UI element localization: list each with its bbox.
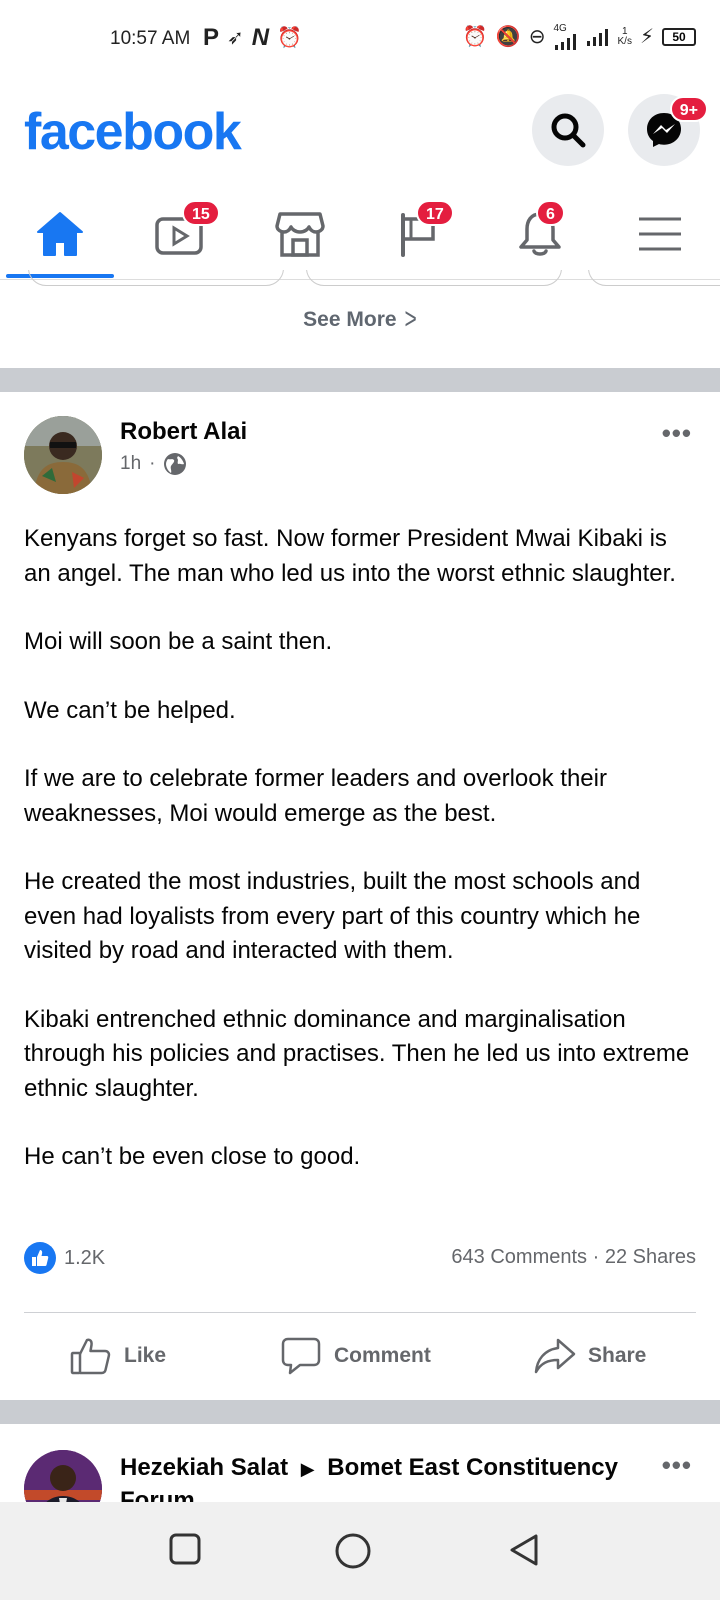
tab-watch[interactable]: 15	[120, 190, 240, 278]
messenger-button[interactable]: 9+	[628, 94, 708, 166]
reactions-count: 1.2K	[64, 1246, 106, 1269]
status-left-icons: P ➶ N ⏰	[203, 25, 302, 51]
post-paragraph: He created the most industries, built th…	[24, 868, 641, 964]
share-icon	[534, 1338, 576, 1374]
tab-pages[interactable]: 17	[360, 190, 480, 278]
thumbs-up-icon	[70, 1338, 111, 1375]
main-nav: 15 17 6	[0, 190, 720, 280]
search-button[interactable]	[532, 94, 604, 166]
back-button[interactable]	[506, 1532, 542, 1573]
comments-count[interactable]: 643 Comments	[451, 1246, 587, 1268]
actions-divider	[24, 1312, 696, 1313]
app-header: facebook 9+	[0, 80, 720, 190]
post-paragraph: Kenyans forget so fast. Now former Presi…	[24, 525, 676, 587]
author-name[interactable]: Robert Alai	[120, 418, 247, 446]
hamburger-icon	[639, 217, 681, 251]
globe-icon	[164, 453, 187, 475]
battery-icon: 50	[662, 28, 696, 46]
feed-divider	[0, 368, 720, 392]
facebook-logo[interactable]: facebook	[24, 102, 242, 162]
tab-notifications[interactable]: 6	[480, 190, 600, 278]
system-nav-bar	[0, 1502, 720, 1600]
like-button[interactable]: Like	[70, 1336, 166, 1376]
post-paragraph: Moi will soon be a saint then.	[24, 628, 333, 655]
square-icon	[169, 1533, 201, 1565]
clock: 10:57 AM	[110, 28, 191, 49]
share-button[interactable]: Share	[534, 1336, 646, 1376]
notifications-badge: 6	[536, 200, 565, 226]
arrow-right-icon: ▶	[300, 1459, 315, 1479]
see-more-label: See More	[303, 308, 397, 331]
marketplace-icon	[275, 212, 325, 257]
comment-icon	[281, 1337, 321, 1375]
home-button[interactable]	[334, 1532, 372, 1575]
status-bar: 10:57 AM P ➶ N ⏰ ⏰ 🔕 ⊖ 4G 1 K/s ⚡ 50	[0, 0, 720, 80]
shares-count[interactable]: 22 Shares	[605, 1246, 696, 1268]
tab-menu[interactable]	[600, 190, 720, 278]
post-paragraph: If we are to celebrate former leaders an…	[24, 765, 607, 827]
signal-icon: 4G	[554, 24, 578, 50]
back-triangle-icon	[510, 1534, 538, 1566]
data-speed: 1 K/s	[617, 26, 632, 47]
watch-badge: 15	[182, 200, 220, 226]
comment-label: Comment	[334, 1344, 431, 1367]
stories-carousel-edge	[0, 270, 720, 288]
like-label: Like	[124, 1344, 167, 1367]
tab-home[interactable]	[0, 190, 120, 278]
next-post-options-icon[interactable]: •••	[662, 1450, 692, 1481]
counts-separator-dot: ·	[592, 1246, 605, 1268]
post-text: Kenyans forget so fast. Now former Presi…	[24, 522, 696, 1175]
mute-icon: 🔕	[495, 26, 521, 48]
post-time[interactable]: 1h	[120, 453, 141, 475]
tab-marketplace[interactable]	[240, 190, 360, 278]
reactions-summary[interactable]: 1.2K	[24, 1242, 105, 1274]
author-avatar[interactable]	[24, 416, 102, 494]
like-reaction-icon	[24, 1242, 56, 1274]
feed-divider	[0, 1400, 720, 1424]
engagement-counts: 643 Comments · 22 Shares	[451, 1246, 696, 1269]
dnd-icon: ⊖	[528, 26, 546, 48]
signal-2-icon	[586, 29, 608, 46]
share-label: Share	[588, 1344, 647, 1367]
comment-button[interactable]: Comment	[280, 1336, 431, 1376]
see-more-link[interactable]: See More >	[0, 303, 720, 335]
p-app-icon: P	[203, 24, 220, 51]
home-icon	[37, 212, 83, 256]
post-paragraph: He can’t be even close to good.	[24, 1143, 361, 1170]
n-app-icon: N	[251, 24, 270, 51]
messenger-badge: 9+	[669, 96, 708, 122]
status-right-icons: ⏰ 🔕 ⊖ 4G 1 K/s ⚡ 50	[463, 24, 696, 50]
recent-apps-button[interactable]	[168, 1532, 202, 1571]
post-options-icon[interactable]: •••	[662, 418, 692, 449]
charging-icon: ⚡	[639, 26, 654, 48]
chevron-right-icon: >	[404, 303, 417, 336]
next-post-author[interactable]: Hezekiah Salat	[120, 1454, 288, 1481]
post-meta: 1h ·	[120, 452, 187, 476]
post-paragraph: We can’t be helped.	[24, 696, 236, 724]
meta-separator-dot: ·	[149, 453, 156, 474]
circle-icon	[335, 1533, 371, 1569]
alarm-icon: ⏰	[462, 26, 488, 48]
bird-app-icon: ➶	[227, 27, 244, 49]
alarm-icon: ⏰	[277, 27, 303, 49]
search-icon	[551, 113, 586, 148]
post-paragraph: Kibaki entrenched ethnic dominance and m…	[24, 1005, 690, 1102]
pages-badge: 17	[416, 200, 454, 226]
